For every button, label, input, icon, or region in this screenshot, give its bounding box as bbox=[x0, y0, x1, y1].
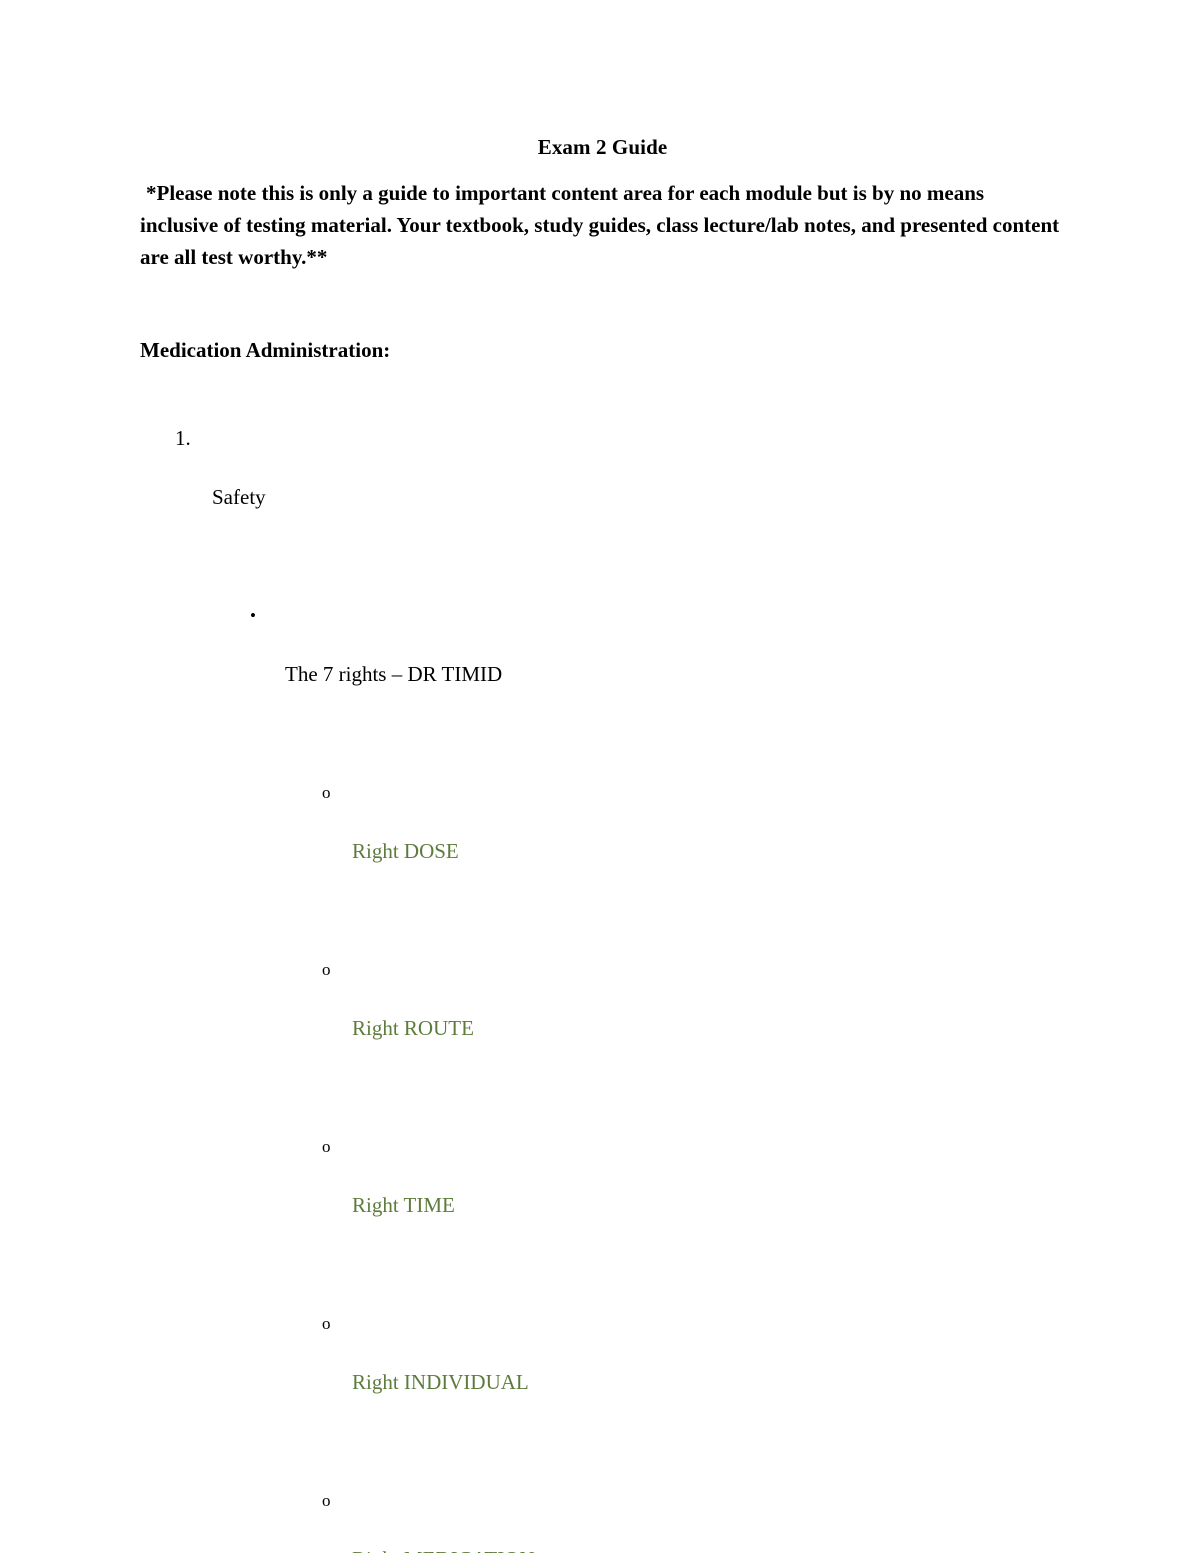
list-item: o Right DOSE bbox=[140, 748, 1065, 925]
list-item-seven-rights: • The 7 rights – DR TIMID bbox=[140, 571, 1065, 748]
circle-bullet-icon: o bbox=[322, 782, 331, 802]
list-item: o Right ROUTE bbox=[140, 925, 1065, 1102]
list-item-label: Safety bbox=[212, 484, 266, 509]
list-item-label: Right ROUTE bbox=[352, 1015, 474, 1040]
list-item-label: Right INDIVIDUAL bbox=[352, 1369, 529, 1394]
document-content: Exam 2 Guide *Please note this is only a… bbox=[140, 134, 1065, 1553]
list-item: o Right MEDICATION bbox=[140, 1456, 1065, 1553]
list-item: o Right INDIVIDUAL bbox=[140, 1279, 1065, 1456]
circle-bullet-icon: o bbox=[322, 959, 331, 979]
list-item-safety: 1. Safety bbox=[140, 394, 1065, 571]
bullet-icon: • bbox=[250, 605, 256, 625]
circle-bullet-icon: o bbox=[322, 1313, 331, 1333]
intro-paragraph: *Please note this is only a guide to imp… bbox=[140, 181, 1060, 270]
list-item-label: Right MEDICATION bbox=[352, 1545, 1065, 1553]
circle-bullet-icon: o bbox=[322, 1136, 331, 1156]
list-item-label: Right TIME bbox=[352, 1192, 455, 1217]
section-heading-medication-administration: Medication Administration: bbox=[140, 337, 391, 362]
circle-bullet-icon: o bbox=[322, 1490, 331, 1510]
document-page: Exam 2 Guide *Please note this is only a… bbox=[0, 0, 1200, 1553]
list-marker: 1. bbox=[175, 425, 191, 450]
list-item-label: The 7 rights – DR TIMID bbox=[285, 661, 503, 686]
list-item-label: Right DOSE bbox=[352, 838, 459, 863]
list-item: o Right TIME bbox=[140, 1102, 1065, 1279]
page-title: Exam 2 Guide bbox=[537, 135, 668, 159]
